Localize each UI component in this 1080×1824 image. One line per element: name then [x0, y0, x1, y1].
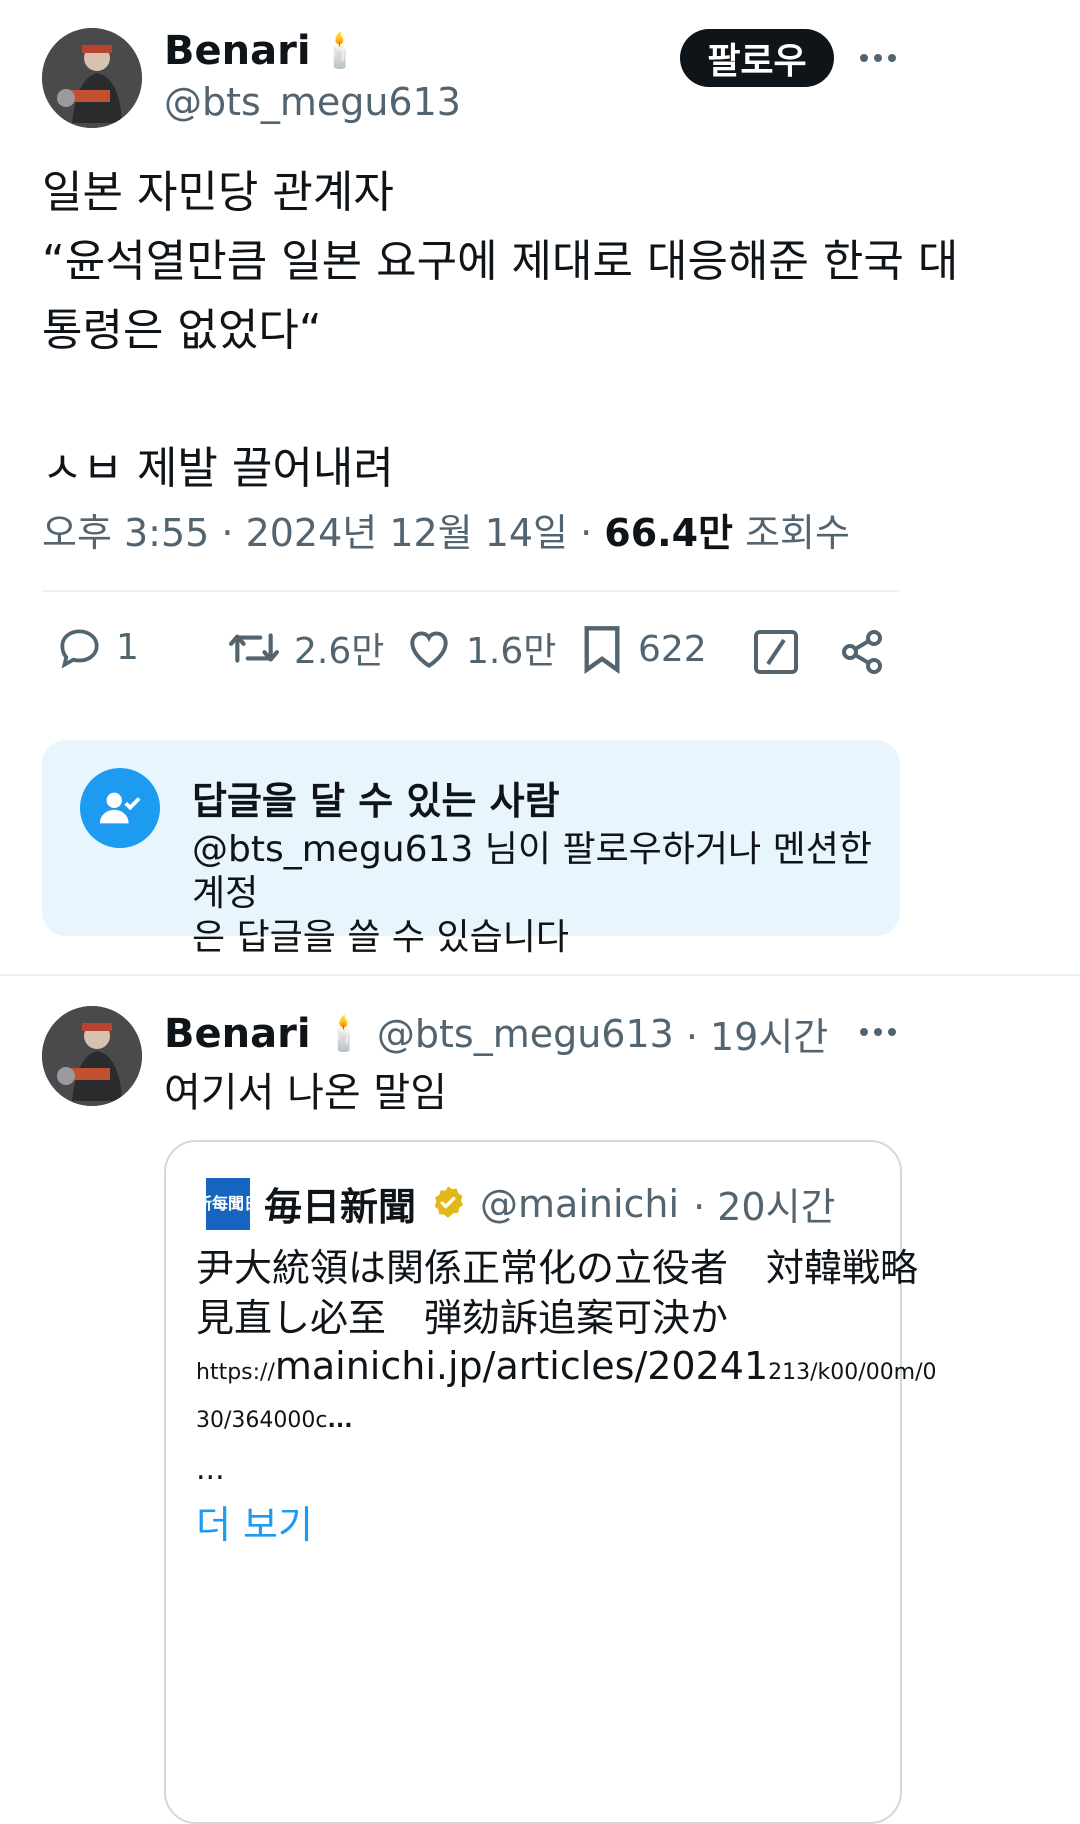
reply-restriction-title: 답글을 달 수 있는 사람 [192, 779, 560, 823]
like-action[interactable]: 1.6만 [404, 622, 556, 674]
retweet-action[interactable]: 2.6만 [226, 622, 384, 674]
user-check-icon [80, 768, 160, 848]
quote-link-line2: 30/364000c... [196, 1408, 353, 1433]
reply-author-avatar[interactable] [42, 1006, 142, 1106]
verified-badge-icon [430, 1184, 466, 1224]
author-avatar[interactable] [42, 28, 142, 128]
bookmark-action[interactable]: 622 [578, 622, 707, 676]
heart-icon [404, 623, 454, 673]
author-handle[interactable]: @bts_megu613 [164, 80, 461, 124]
quoted-tweet[interactable]: 新每聞日 毎日新聞 @mainichi · 20시간 尹大統領は関係正常化の立役… [164, 1140, 937, 1824]
retweet-icon [226, 623, 282, 673]
quote-source-name: 毎日新聞 [264, 1185, 417, 1229]
reply-author-handle[interactable]: @bts_megu613 [377, 1012, 674, 1056]
quote-line-2: 見直し必至 弾劾訴追案可決か [196, 1296, 729, 1340]
divider [42, 590, 900, 592]
reply-text: 여기서 나온 말임 [164, 1070, 448, 1116]
like-count: 1.6만 [466, 631, 557, 672]
retweet-count: 2.6만 [294, 631, 385, 672]
reply-action[interactable]: 1 [54, 622, 139, 672]
author-name[interactable]: Benari [164, 28, 311, 74]
mainichi-logo: 新每聞日 [196, 1177, 260, 1230]
author-name-row: Benari 🕯️ [164, 28, 361, 74]
comment-icon [54, 622, 104, 672]
grok-icon[interactable] [752, 628, 800, 680]
show-more-link[interactable]: 더 보기 [196, 1494, 313, 1549]
reply-time[interactable]: · 19시간 [686, 1006, 828, 1061]
share-icon[interactable] [838, 628, 886, 680]
bookmark-icon [578, 622, 626, 676]
reply-author-name[interactable]: Benari [164, 1011, 311, 1057]
bookmark-count: 622 [638, 628, 707, 670]
tweet-time[interactable]: 오후 3:55 · 2024년 12월 14일 · [42, 511, 604, 555]
reply-header: Benari 🕯️ @bts_megu613 · 19시간 [164, 1006, 828, 1061]
reply-restriction-description: @bts_megu613 님이 팔로우하거나 멘션한 계정 은 답글을 쓸 수 … [192, 829, 872, 958]
views-count: 66.4만 [604, 511, 733, 555]
quote-ellipsis: ... [196, 1452, 225, 1487]
reply-restriction-box: 답글을 달 수 있는 사람 @bts_megu613 님이 팔로우하거나 멘션한… [42, 740, 900, 958]
reply-count: 1 [116, 626, 139, 668]
tweet-text: 일본 자민당 관계자 “윤석열만큼 일본 요구에 제대로 대응해준 한국 대 통… [42, 167, 959, 494]
divider [0, 974, 1080, 976]
candle-emoji: 🕯️ [322, 1013, 365, 1054]
candle-emoji: 🕯️ [318, 31, 361, 71]
quote-line-1: 尹大統領は関係正常化の立役者 対韓戦略 [196, 1246, 919, 1290]
views-label: 조회수 [732, 511, 850, 555]
quote-header: 新每聞日 毎日新聞 @mainichi · 20시간 [196, 1176, 836, 1231]
quote-source-handle: @mainichi [480, 1181, 680, 1226]
quote-link[interactable]: https://mainichi.jp/articles/20241213/k0… [196, 1344, 937, 1388]
link-ellipsis: ... [327, 1408, 353, 1433]
more-icon[interactable] [860, 1028, 896, 1036]
more-icon[interactable] [860, 54, 896, 62]
follow-button[interactable]: 팔로우 [680, 29, 834, 87]
quote-time: · 20시간 [693, 1185, 836, 1229]
tweet-meta: 오후 3:55 · 2024년 12월 14일 · 66.4만 조회수 [42, 502, 850, 557]
